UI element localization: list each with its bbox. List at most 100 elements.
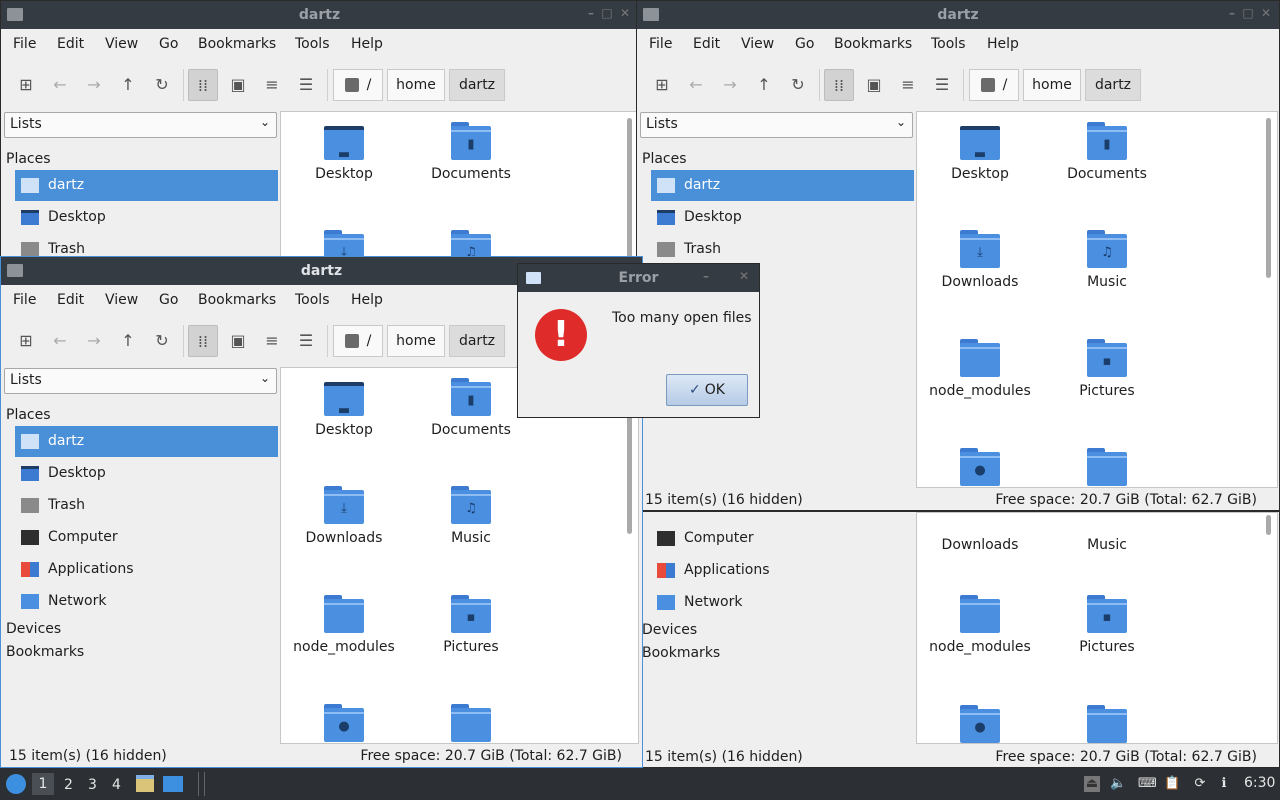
file-item-templates[interactable] xyxy=(1044,448,1170,486)
volume-icon[interactable]: 🔈 xyxy=(1110,776,1126,792)
new-tab-icon[interactable]: ⊞ xyxy=(647,69,677,101)
minimize-icon[interactable]: – xyxy=(699,269,713,285)
detail-view-icon[interactable]: ☰ xyxy=(291,325,321,357)
sidebar-item-applications[interactable]: Applications xyxy=(651,555,914,586)
path-home-button[interactable]: home xyxy=(387,69,445,101)
file-item-downloads[interactable]: Downloads xyxy=(917,531,1043,553)
compact-view-icon[interactable]: ≡ xyxy=(257,325,287,357)
file-item-pictures[interactable]: ▪ Pictures xyxy=(408,595,534,655)
file-item-node-modules[interactable]: node_modules xyxy=(281,595,407,655)
path-home-button[interactable]: home xyxy=(387,325,445,357)
file-item-templates[interactable] xyxy=(1044,705,1170,743)
close-icon[interactable]: ✕ xyxy=(737,269,751,285)
minimize-icon[interactable]: – xyxy=(1225,6,1239,22)
path-user-button[interactable]: dartz xyxy=(449,325,505,357)
file-item-public[interactable]: ● xyxy=(281,704,407,742)
scrollbar[interactable] xyxy=(627,118,632,258)
sidebar-item-dartz[interactable]: dartz xyxy=(15,426,278,457)
ok-button[interactable]: ✓ OK xyxy=(666,374,748,406)
sidebar-item-network[interactable]: Network xyxy=(651,587,914,618)
file-view[interactable]: ▬ Desktop ▮ Documents ⤓ Downloads ♫ Musi… xyxy=(280,367,639,744)
close-icon[interactable]: ✕ xyxy=(1259,6,1273,22)
new-tab-icon[interactable]: ⊞ xyxy=(11,325,41,357)
clipboard-icon[interactable]: 📋 xyxy=(1164,776,1180,792)
icon-view-icon[interactable]: ⁞⁞ xyxy=(188,325,218,357)
notification-icon[interactable]: ℹ xyxy=(1216,776,1232,792)
file-item-music[interactable]: Music xyxy=(1044,531,1170,553)
menu-go[interactable]: Go xyxy=(159,36,178,52)
scrollbar[interactable] xyxy=(1266,118,1271,278)
clock[interactable]: 6:30 xyxy=(1244,775,1275,791)
menu-help[interactable]: Help xyxy=(351,292,383,308)
forward-icon[interactable]: → xyxy=(79,69,109,101)
forward-icon[interactable]: → xyxy=(79,325,109,357)
file-view[interactable]: Downloads Music node_modules ▪ Pictures … xyxy=(916,512,1278,744)
thumbnail-view-icon[interactable]: ▣ xyxy=(859,69,889,101)
menu-edit[interactable]: Edit xyxy=(693,36,720,52)
compact-view-icon[interactable]: ≡ xyxy=(257,69,287,101)
path-home-button[interactable]: home xyxy=(1023,69,1081,101)
sidebar-item-desktop[interactable]: Desktop xyxy=(15,458,278,489)
menu-tools[interactable]: Tools xyxy=(931,36,966,52)
up-icon[interactable]: ↑ xyxy=(113,69,143,101)
new-tab-icon[interactable]: ⊞ xyxy=(11,69,41,101)
dialog-titlebar[interactable]: Error – ✕ xyxy=(518,264,759,292)
side-pane-mode-select[interactable]: Lists ⌄ xyxy=(4,112,277,138)
menu-view[interactable]: View xyxy=(741,36,774,52)
sidebar-item-desktop[interactable]: Desktop xyxy=(15,202,278,233)
file-item-pictures[interactable]: ▪ Pictures xyxy=(1044,339,1170,399)
file-item-pictures[interactable]: ▪ Pictures xyxy=(1044,595,1170,655)
workspace-3[interactable]: 3 xyxy=(88,777,97,793)
file-item-node-modules[interactable]: node_modules xyxy=(917,339,1043,399)
menu-help[interactable]: Help xyxy=(987,36,1019,52)
workspace-1[interactable]: 1 xyxy=(32,773,54,795)
file-item-desktop[interactable]: ▬ Desktop xyxy=(917,122,1043,182)
file-item-desktop[interactable]: ▬ Desktop xyxy=(281,378,407,438)
reload-icon[interactable]: ↻ xyxy=(147,69,177,101)
path-user-button[interactable]: dartz xyxy=(449,69,505,101)
back-icon[interactable]: ← xyxy=(681,69,711,101)
menu-help[interactable]: Help xyxy=(351,36,383,52)
path-root-button[interactable]: / xyxy=(969,69,1019,101)
sidebar-item-dartz[interactable]: dartz xyxy=(15,170,278,201)
menu-file[interactable]: File xyxy=(13,36,36,52)
icon-view-icon[interactable]: ⁞⁞ xyxy=(824,69,854,101)
up-icon[interactable]: ↑ xyxy=(113,325,143,357)
removable-media-icon[interactable]: ⏏ xyxy=(1084,776,1100,792)
file-view[interactable]: ▬ Desktop ▮ Documents ⤓ Downloads ♫ Musi… xyxy=(916,111,1278,488)
desktop-launcher-icon[interactable] xyxy=(163,776,183,792)
file-manager-launcher-icon[interactable] xyxy=(136,775,154,792)
detail-view-icon[interactable]: ☰ xyxy=(927,69,957,101)
thumbnail-view-icon[interactable]: ▣ xyxy=(223,325,253,357)
menu-tools[interactable]: Tools xyxy=(295,292,330,308)
compact-view-icon[interactable]: ≡ xyxy=(893,69,923,101)
detail-view-icon[interactable]: ☰ xyxy=(291,69,321,101)
menu-file[interactable]: File xyxy=(13,292,36,308)
titlebar[interactable]: dartz – □ ✕ xyxy=(1,1,638,29)
file-item-music[interactable]: ♫ Music xyxy=(408,486,534,546)
file-item-node-modules[interactable]: node_modules xyxy=(917,595,1043,655)
titlebar[interactable]: dartz – □ ✕ xyxy=(637,1,1279,29)
menu-edit[interactable]: Edit xyxy=(57,292,84,308)
side-pane-mode-select[interactable]: Lists ⌄ xyxy=(640,112,913,138)
file-item-music[interactable]: ♫ Music xyxy=(1044,230,1170,290)
file-item-documents[interactable]: ▮ Documents xyxy=(408,378,534,438)
path-root-button[interactable]: / xyxy=(333,325,383,357)
side-pane-mode-select[interactable]: Lists ⌄ xyxy=(4,368,277,394)
keyboard-icon[interactable]: ⌨ xyxy=(1138,776,1157,792)
menu-go[interactable]: Go xyxy=(795,36,814,52)
sidebar-item-applications[interactable]: Applications xyxy=(15,554,278,585)
file-item-public[interactable]: ● xyxy=(917,705,1043,743)
menu-bookmarks[interactable]: Bookmarks xyxy=(198,292,276,308)
sidebar-item-network[interactable]: Network xyxy=(15,586,278,617)
file-item-documents[interactable]: ▮ Documents xyxy=(408,122,534,182)
update-icon[interactable]: ⟳ xyxy=(1192,776,1208,792)
file-item-downloads[interactable]: ⤓ Downloads xyxy=(917,230,1043,290)
sidebar-item-computer[interactable]: Computer xyxy=(651,523,914,554)
back-icon[interactable]: ← xyxy=(45,325,75,357)
sidebar-item-dartz[interactable]: dartz xyxy=(651,170,914,201)
up-icon[interactable]: ↑ xyxy=(749,69,779,101)
file-view[interactable]: ▬ Desktop ▮ Documents ⤓ ♫ xyxy=(280,111,638,261)
sidebar-item-computer[interactable]: Computer xyxy=(15,522,278,553)
menu-file[interactable]: File xyxy=(649,36,672,52)
